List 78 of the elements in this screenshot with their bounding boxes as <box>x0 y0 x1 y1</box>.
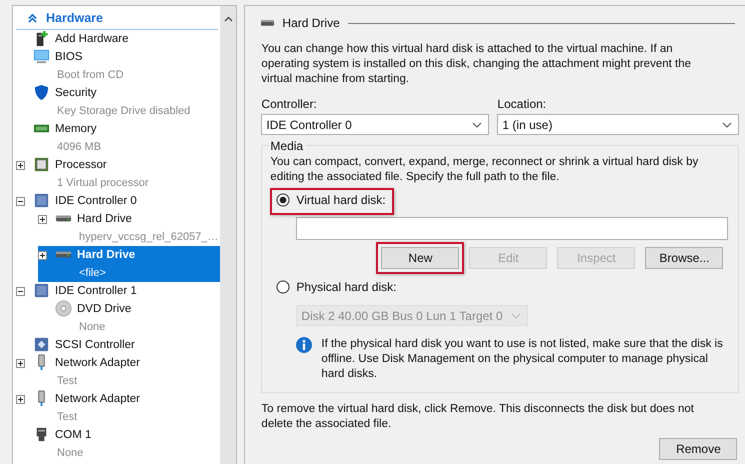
tree-item[interactable]: COM 1 None <box>16 426 220 462</box>
expand-icon[interactable] <box>16 160 25 170</box>
item-detail: 1 Virtual processor <box>56 176 149 191</box>
item-detail: Test <box>56 374 78 389</box>
tree-item[interactable]: Security Key Storage Drive disabled <box>16 84 220 120</box>
tree-item[interactable]: Processor 1 Virtual processor <box>16 156 220 192</box>
dropdown[interactable]: IDE Controller 0 <box>261 114 490 135</box>
item-label: BIOS <box>55 50 84 65</box>
expand-icon[interactable] <box>38 214 47 224</box>
section-title: Hard Drive <box>282 16 340 30</box>
button[interactable]: Browse... <box>645 247 724 269</box>
item-detail: 4096 MB <box>56 140 102 155</box>
expand-icon[interactable] <box>16 358 25 368</box>
item-detail: None <box>78 320 106 335</box>
item-label: Add Hardware <box>55 32 129 47</box>
tree-item[interactable]: BIOS Boot from CD <box>16 48 220 84</box>
item-label: Processor <box>55 158 108 173</box>
processor-chip-icon <box>33 156 50 173</box>
caret-icon <box>722 122 732 128</box>
item-detail: Boot from CD <box>56 68 124 83</box>
item-label: SCSI Controller <box>55 338 135 353</box>
caret-icon <box>511 312 522 318</box>
tree-item[interactable]: SCSI Controller <box>16 336 220 354</box>
radio-label[interactable]: Virtual hard disk: <box>296 193 386 207</box>
caret-icon <box>472 122 482 128</box>
disc-icon <box>55 300 72 317</box>
info-icon <box>296 337 312 353</box>
scrollbar[interactable] <box>220 6 236 464</box>
info-text: If the physical hard disk you want to use is not listed, make sure that the disk is offline. Use Disk Management on the physical computer to manage physical hard disks. <box>321 337 724 382</box>
radio-button[interactable] <box>276 193 290 207</box>
shield-icon <box>33 84 50 101</box>
path-input-field[interactable] <box>296 217 728 240</box>
tree-item[interactable]: Hard Drive <file> <box>38 246 220 282</box>
group-title: Media <box>270 139 306 153</box>
tree-item[interactable]: Add Hardware <box>16 30 220 48</box>
field-label: Controller: <box>261 96 318 112</box>
item-label: IDE Controller 1 <box>55 284 137 299</box>
collapse-icon[interactable] <box>16 196 25 206</box>
item-label: Memory <box>55 122 98 137</box>
item-detail: hyperv_vccsg_rel_62057_… <box>78 230 218 245</box>
controller-icon <box>33 282 50 299</box>
expand-icon[interactable] <box>16 394 25 404</box>
description-text: You can change how this virtual hard disk is attached to the virtual machine. If an operating system is installed on this disk, changing the attachment might prevent the virtual machine from starting. <box>261 42 692 87</box>
expand-icon[interactable] <box>38 250 47 260</box>
item-label: Security <box>55 86 98 101</box>
hard-drive-icon <box>261 19 274 27</box>
description-text: To remove the virtual hard disk, click Remove. This disconnects the disk but does not delete the associated file. <box>261 402 695 432</box>
button[interactable]: New <box>381 247 460 269</box>
tree-item[interactable]: IDE Controller 1 <box>16 282 220 300</box>
controller-icon <box>33 192 50 209</box>
tree-item[interactable]: IDE Controller 0 <box>16 192 220 210</box>
item-label: Hard Drive <box>77 212 133 227</box>
item-label: IDE Controller 0 <box>55 194 137 209</box>
section-title: Hardware <box>46 11 103 25</box>
tree-item[interactable]: Network Adapter Test <box>16 354 220 390</box>
item-detail: Key Storage Drive disabled <box>56 104 190 119</box>
item-label: Network Adapter <box>55 392 140 407</box>
controller-icon <box>33 336 50 353</box>
dropdown[interactable]: 1 (in use) <box>497 114 740 135</box>
item-detail: None <box>56 446 84 461</box>
item-label: Network Adapter <box>55 356 140 371</box>
tree-item[interactable]: Memory 4096 MB <box>16 120 220 156</box>
remove-button[interactable]: Remove <box>659 438 738 460</box>
tree-item[interactable]: Network Adapter Test <box>16 390 220 426</box>
collapse-icon[interactable] <box>16 286 25 296</box>
scroll-up-icon[interactable] <box>224 16 233 22</box>
monitor-icon <box>33 48 50 65</box>
description-text: You can compact, convert, expand, merge, reconnect or shrink a virtual hard disk by editing the associated file. Specify the full path to the file. <box>270 155 700 185</box>
item-detail: <file> <box>78 266 107 281</box>
radio-button[interactable] <box>276 280 290 294</box>
tree-item[interactable]: Hard Drive hyperv_vccsg_rel_62057_… <box>38 210 220 246</box>
tree-item[interactable]: DVD Drive None <box>38 300 220 336</box>
item-detail: Test <box>56 410 78 425</box>
radio-label[interactable]: Physical hard disk: <box>296 280 396 294</box>
item-label: DVD Drive <box>77 302 132 317</box>
item-label: Hard Drive <box>77 248 136 263</box>
item-label: COM 1 <box>55 428 92 443</box>
field-label: Location: <box>497 96 548 112</box>
